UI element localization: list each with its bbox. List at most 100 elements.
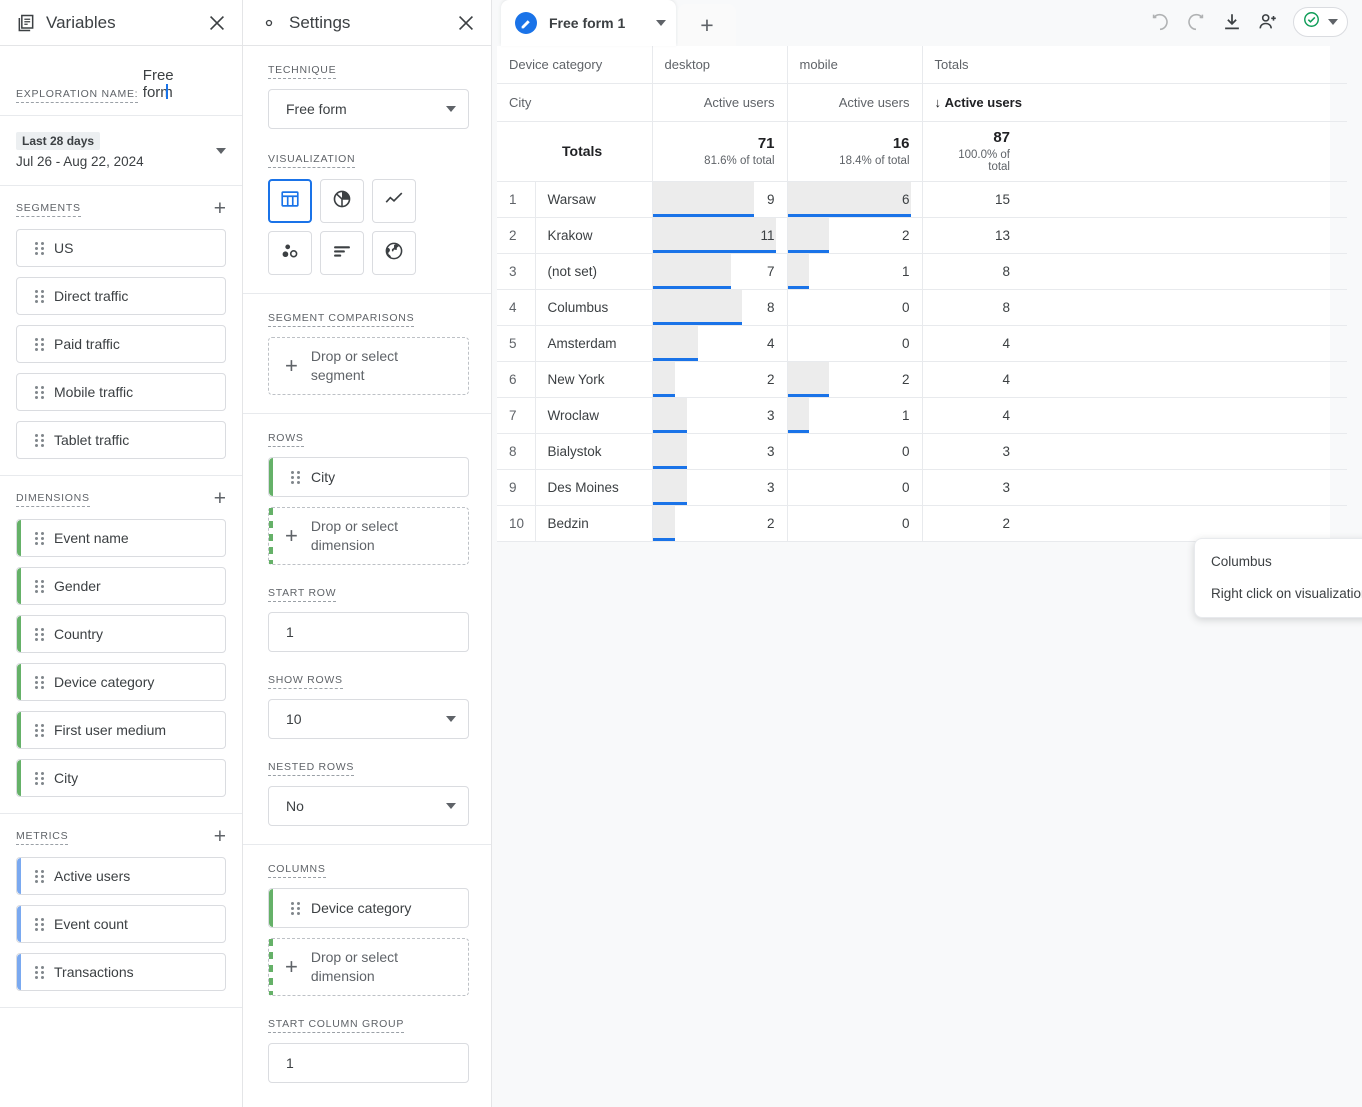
tab-free-form-1[interactable]: Free form 1 xyxy=(501,0,676,46)
chevron-down-icon[interactable] xyxy=(1328,19,1338,25)
exploration-name-field[interactable]: Free form xyxy=(143,67,203,101)
cell-desktop[interactable]: 7 xyxy=(652,253,788,290)
chevron-down-icon[interactable] xyxy=(656,20,666,26)
close-icon[interactable] xyxy=(455,12,477,34)
cell-total[interactable]: 2 xyxy=(922,505,1347,542)
cell-desktop[interactable]: 3 xyxy=(652,433,788,470)
download-icon[interactable] xyxy=(1221,11,1243,33)
column-group-desktop[interactable]: desktop xyxy=(652,46,788,84)
dimension-item-country[interactable]: Country xyxy=(16,615,226,653)
dimension-item-event-name[interactable]: Event name xyxy=(16,519,226,557)
row-city[interactable]: New York xyxy=(535,361,653,398)
metric-header-desktop[interactable]: Active users xyxy=(652,83,788,122)
share-add-user-icon[interactable] xyxy=(1257,11,1279,33)
date-range-selector[interactable]: Last 28 days Jul 26 - Aug 22, 2024 xyxy=(0,116,242,186)
segment-item-direct-traffic[interactable]: Direct traffic xyxy=(16,277,226,315)
row-city[interactable]: Bedzin xyxy=(535,505,653,542)
drag-handle-icon[interactable] xyxy=(35,289,44,303)
segment-item-mobile-traffic[interactable]: Mobile traffic xyxy=(16,373,226,411)
rows-dimension-dropzone[interactable]: + Drop or select dimension xyxy=(268,507,469,565)
row-city[interactable]: Wroclaw xyxy=(535,397,653,434)
metric-item-active-users[interactable]: Active users xyxy=(16,857,226,895)
technique-select[interactable]: Free form xyxy=(268,89,469,129)
drag-handle-icon[interactable] xyxy=(35,433,44,447)
cell-total[interactable]: 4 xyxy=(922,397,1347,434)
segment-item-paid-traffic[interactable]: Paid traffic xyxy=(16,325,226,363)
column-group-totals[interactable]: Totals xyxy=(922,46,1347,84)
cell-desktop[interactable]: 4 xyxy=(652,325,788,362)
metric-item-event-count[interactable]: Event count xyxy=(16,905,226,943)
drag-handle-icon[interactable] xyxy=(35,627,44,641)
cell-mobile[interactable]: 2 xyxy=(787,361,923,398)
cell-mobile[interactable]: 0 xyxy=(787,325,923,362)
cell-total[interactable]: 4 xyxy=(922,325,1347,362)
cell-desktop[interactable]: 3 xyxy=(652,469,788,506)
redo-icon[interactable] xyxy=(1185,11,1207,33)
cell-desktop[interactable]: 9 xyxy=(652,181,788,218)
cell-desktop[interactable]: 2 xyxy=(652,505,788,542)
dimension-item-city[interactable]: City xyxy=(16,759,226,797)
cell-total[interactable]: 3 xyxy=(922,433,1347,470)
add-segment-button[interactable]: + xyxy=(214,198,226,219)
drag-handle-icon[interactable] xyxy=(35,869,44,883)
drag-handle-icon[interactable] xyxy=(35,723,44,737)
row-city[interactable]: Warsaw xyxy=(535,181,653,218)
table-row[interactable]: 4 Columbus 8 0 8 xyxy=(497,289,1347,326)
row-city[interactable]: Des Moines xyxy=(535,469,653,506)
metric-header-mobile[interactable]: Active users xyxy=(787,83,923,122)
row-city[interactable]: Columbus xyxy=(535,289,653,326)
row-city[interactable]: (not set) xyxy=(535,253,653,290)
chevron-down-icon[interactable] xyxy=(216,147,226,154)
cell-desktop[interactable]: 11 xyxy=(652,217,788,254)
drag-handle-icon[interactable] xyxy=(291,470,300,484)
segment-dropzone[interactable]: + Drop or select segment xyxy=(268,337,469,395)
cell-total[interactable]: 4 xyxy=(922,361,1347,398)
start-row-input[interactable]: 1 xyxy=(268,612,469,652)
nested-rows-select[interactable]: No xyxy=(268,786,469,826)
viz-option-line[interactable] xyxy=(372,179,416,223)
table-row[interactable]: 5 Amsterdam 4 0 4 xyxy=(497,325,1347,362)
metric-item-transactions[interactable]: Transactions xyxy=(16,953,226,991)
cell-mobile[interactable]: 0 xyxy=(787,289,923,326)
row-city[interactable]: Amsterdam xyxy=(535,325,653,362)
dimension-item-device-category[interactable]: Device category xyxy=(16,663,226,701)
table-row[interactable]: 3 (not set) 7 1 8 xyxy=(497,253,1347,290)
close-icon[interactable] xyxy=(206,12,228,34)
drag-handle-icon[interactable] xyxy=(35,241,44,255)
start-column-group-input[interactable]: 1 xyxy=(268,1043,469,1083)
table-row[interactable]: 7 Wroclaw 3 1 4 xyxy=(497,397,1347,434)
cell-total[interactable]: 15 xyxy=(922,181,1347,218)
dimension-item-gender[interactable]: Gender xyxy=(16,567,226,605)
cell-mobile[interactable]: 1 xyxy=(787,253,923,290)
cell-desktop[interactable]: 2 xyxy=(652,361,788,398)
table-row[interactable]: 10 Bedzin 2 0 2 xyxy=(497,505,1347,542)
add-tab-button[interactable]: + xyxy=(678,4,736,46)
segment-item-us[interactable]: US xyxy=(16,229,226,267)
table-row[interactable]: 8 Bialystok 3 0 3 xyxy=(497,433,1347,470)
dimension-item-first-user-medium[interactable]: First user medium xyxy=(16,711,226,749)
viz-option-donut[interactable] xyxy=(320,179,364,223)
cell-desktop[interactable]: 8 xyxy=(652,289,788,326)
drag-handle-icon[interactable] xyxy=(291,901,300,915)
cell-mobile[interactable]: 0 xyxy=(787,505,923,542)
rows-dimension-city[interactable]: City xyxy=(268,457,469,497)
columns-dimension-dropzone[interactable]: + Drop or select dimension xyxy=(268,938,469,996)
segment-item-tablet-traffic[interactable]: Tablet traffic xyxy=(16,421,226,459)
drag-handle-icon[interactable] xyxy=(35,771,44,785)
drag-handle-icon[interactable] xyxy=(35,337,44,351)
add-dimension-button[interactable]: + xyxy=(214,488,226,509)
cell-total[interactable]: 8 xyxy=(922,253,1347,290)
table-row[interactable]: 1 Warsaw 9 6 15 xyxy=(497,181,1347,218)
cell-total[interactable]: 13 xyxy=(922,217,1347,254)
cell-desktop[interactable]: 3 xyxy=(652,397,788,434)
drag-handle-icon[interactable] xyxy=(35,579,44,593)
cell-total[interactable]: 3 xyxy=(922,469,1347,506)
cell-mobile[interactable]: 6 xyxy=(787,181,923,218)
cell-mobile[interactable]: 0 xyxy=(787,469,923,506)
viz-option-table[interactable] xyxy=(268,179,312,223)
drag-handle-icon[interactable] xyxy=(35,917,44,931)
cell-mobile[interactable]: 2 xyxy=(787,217,923,254)
sharing-status-button[interactable] xyxy=(1293,7,1348,37)
drag-handle-icon[interactable] xyxy=(35,385,44,399)
undo-icon[interactable] xyxy=(1149,11,1171,33)
